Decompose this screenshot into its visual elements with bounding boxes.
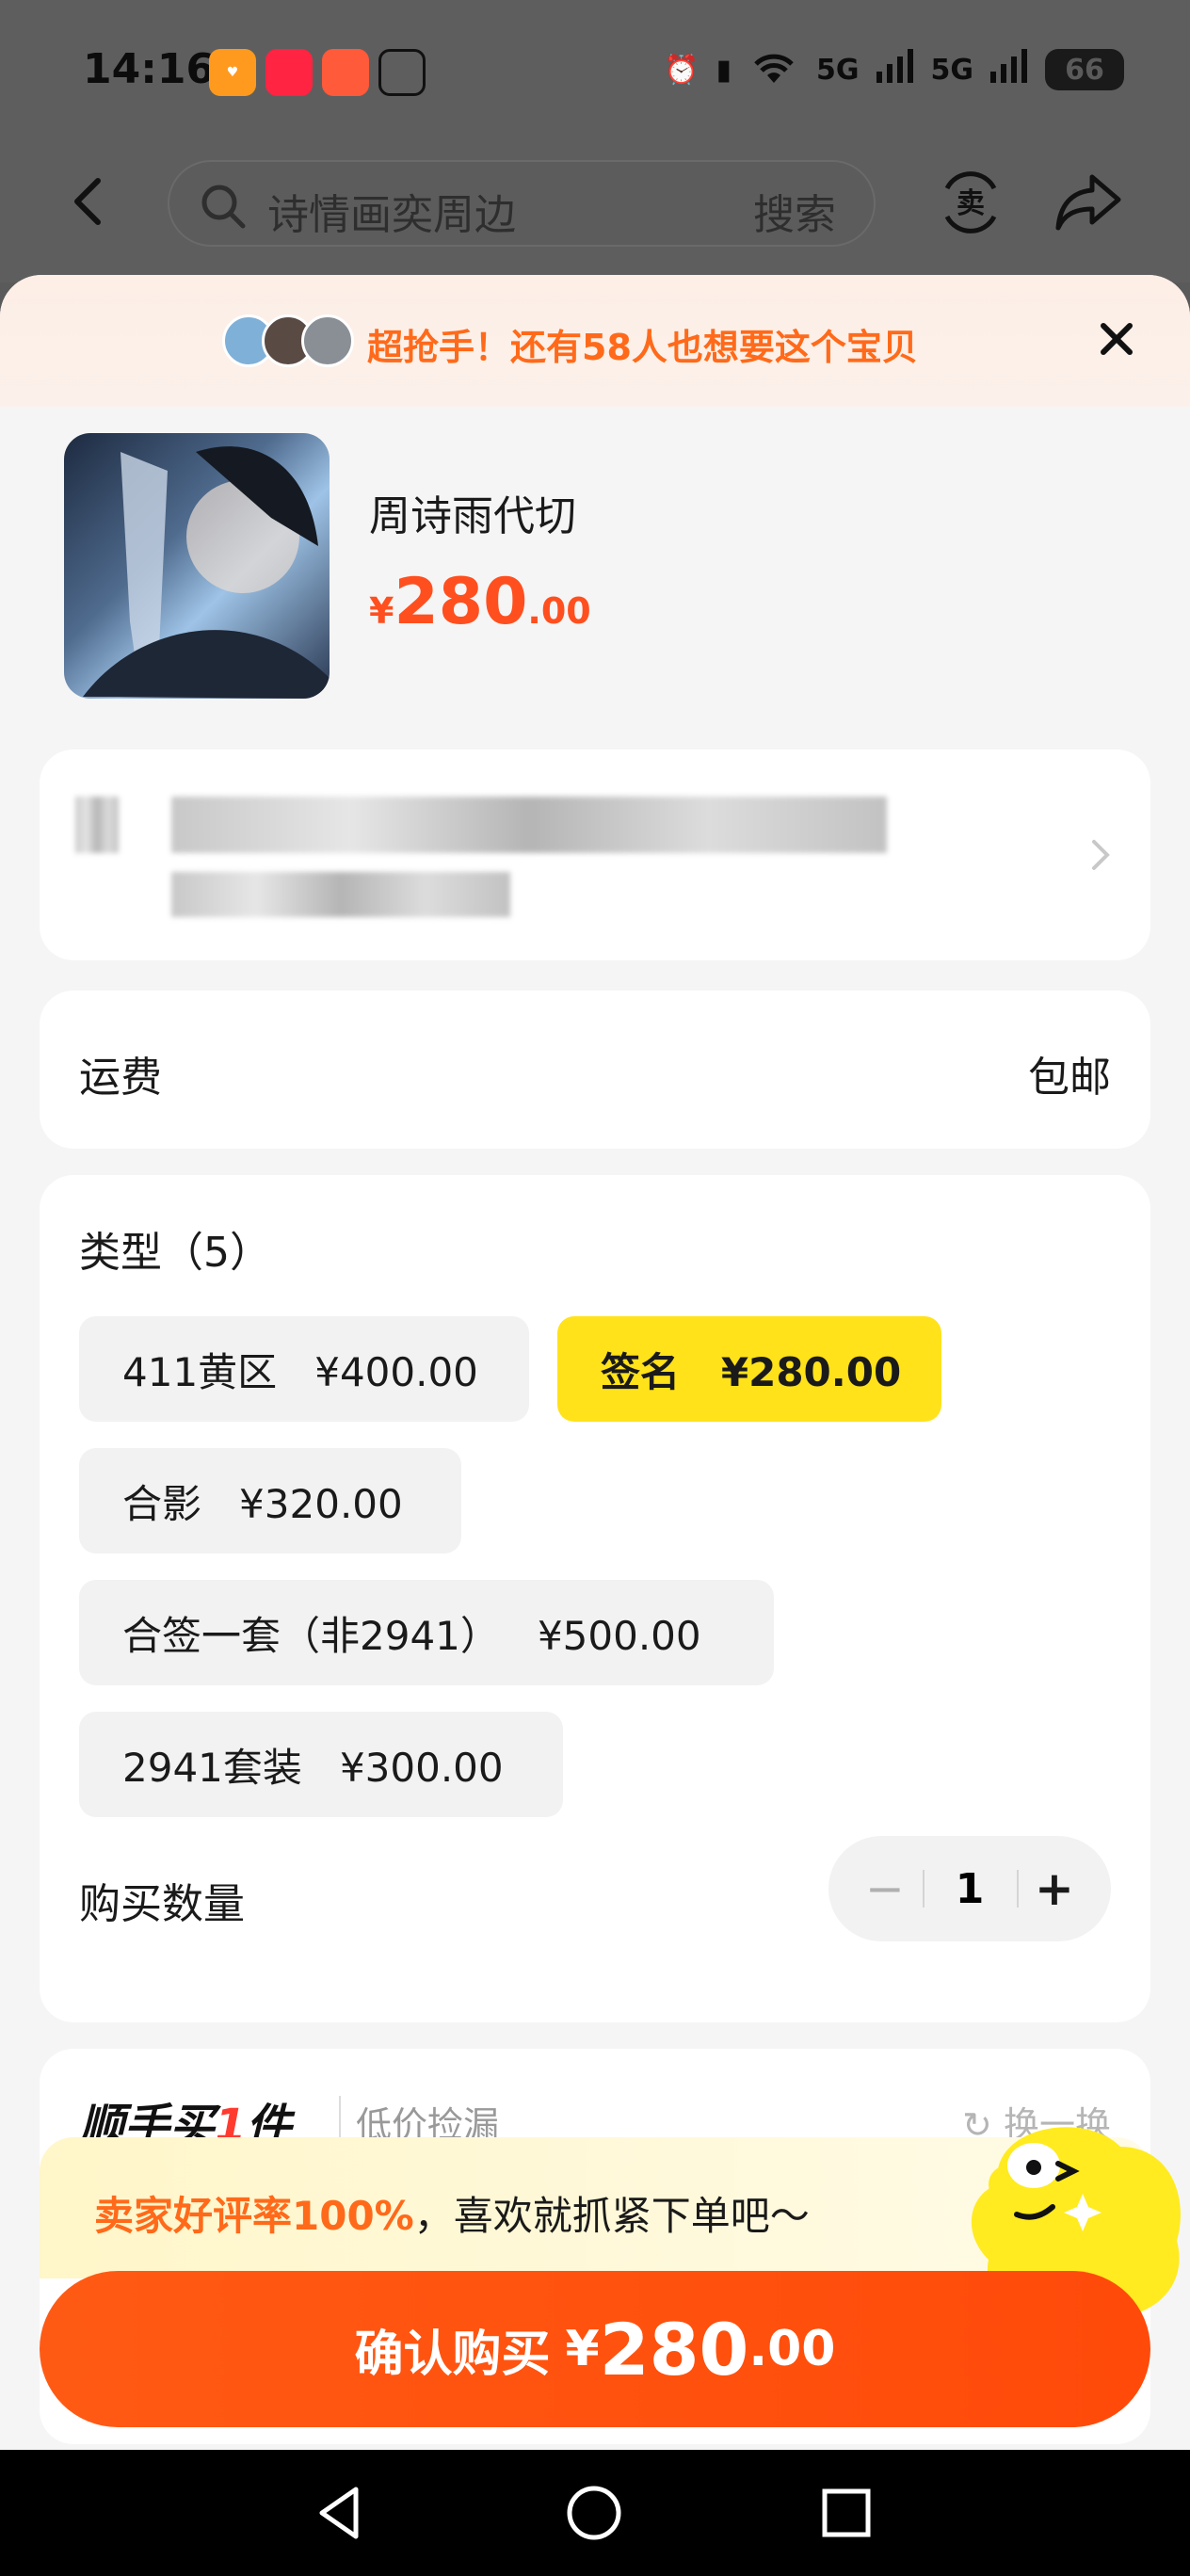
search-placeholder: 诗情画奕周边 [267, 191, 516, 239]
option-group-photo[interactable]: 合影 ¥320.00 [79, 1448, 461, 1554]
increase-button[interactable]: + [1007, 1836, 1102, 1941]
price-decimal: .00 [527, 590, 591, 632]
rating-highlight: 卖家好评率100% [94, 2193, 414, 2239]
type-title: 类型（5） [79, 1229, 271, 1277]
quantity-label: 购买数量 [79, 1880, 245, 1928]
avatar [301, 314, 354, 367]
search-input[interactable]: 诗情画奕周边 搜索 [168, 160, 876, 247]
quantity-stepper: − 1 + [828, 1836, 1111, 1941]
product-thumbnail[interactable] [64, 433, 330, 699]
type-card: 类型（5） 411黄区 ¥400.00 签名 ¥280.00 合影 ¥320.0… [40, 1175, 1150, 2022]
app-notification-icon: ♥ [209, 49, 256, 96]
blurred-address-icon [75, 797, 119, 853]
product-summary: 周诗雨代切 ¥280.00 [64, 433, 1128, 706]
system-nav-bar [0, 2450, 1190, 2576]
search-icon [198, 181, 249, 232]
option-signature-set[interactable]: 合签一套（非2941） ¥500.00 [79, 1580, 774, 1685]
confirm-price-symbol: ¥ [565, 2321, 600, 2377]
blurred-address-line [171, 797, 887, 853]
back-icon[interactable] [62, 173, 119, 230]
signal-1: 5G [816, 53, 860, 87]
product-price: ¥280.00 [369, 565, 591, 639]
confirm-label: 确认购买 [354, 2326, 551, 2383]
option-411-yellow[interactable]: 411黄区 ¥400.00 [79, 1316, 529, 1422]
address-card[interactable] [40, 749, 1150, 960]
blurred-contact-line [171, 872, 510, 917]
promo-strip: 超抢手！还有58人也想要这个宝贝 [0, 275, 1190, 407]
nav-recents-icon[interactable] [815, 2482, 877, 2544]
nav-home-icon[interactable] [563, 2482, 625, 2544]
image-notification-icon [378, 49, 426, 96]
close-icon[interactable] [1094, 316, 1139, 362]
shipping-value: 包邮 [1028, 1054, 1111, 1102]
search-button[interactable]: 搜索 [753, 181, 836, 241]
sell-icon[interactable]: 卖 [938, 169, 1004, 235]
signal-bars-icon [876, 49, 914, 90]
buyer-avatars [222, 314, 354, 367]
shipping-label: 运费 [79, 1054, 162, 1102]
battery-indicator: 66 [1045, 49, 1124, 90]
decrease-button[interactable]: − [838, 1836, 932, 1941]
rating-text: 卖家好评率100%，喜欢就抓紧下单吧～ [94, 2184, 810, 2242]
search-row: 诗情画奕周边 搜索 卖 [0, 160, 1190, 247]
signal-2: 5G [930, 53, 974, 87]
price-integer: 280 [394, 565, 528, 639]
chevron-right-icon [1086, 836, 1115, 874]
share-icon[interactable] [1054, 171, 1122, 233]
nav-back-icon[interactable] [309, 2482, 371, 2544]
rating-rest: ，喜欢就抓紧下单吧～ [413, 2193, 810, 2239]
alarm-icon: ⏰ [664, 53, 700, 87]
option-2941-set[interactable]: 2941套装 ¥300.00 [79, 1712, 563, 1817]
confirm-price-integer: 280 [599, 2307, 749, 2391]
confirm-price-decimal: .00 [748, 2321, 836, 2377]
product-name: 周诗雨代切 [369, 492, 576, 540]
wifi-icon [748, 47, 799, 92]
status-right: ⏰ ▮ 5G 5G 66 [664, 47, 1124, 92]
status-time: 14:16 [83, 45, 216, 93]
xiaohongshu-notification-icon [265, 49, 313, 96]
option-signature[interactable]: 签名 ¥280.00 [557, 1316, 941, 1422]
app-notification-icon-2 [322, 49, 369, 96]
price-symbol: ¥ [369, 590, 394, 632]
quantity-value[interactable]: 1 [923, 1836, 1017, 1941]
confirm-purchase-button[interactable]: 确认购买 ¥280.00 [40, 2271, 1150, 2427]
status-bar: 14:16 ♥ ⏰ ▮ 5G 5G 66 [0, 0, 1190, 151]
vibrate-icon: ▮ [716, 53, 732, 87]
promo-text: 超抢手！还有58人也想要这个宝贝 [367, 327, 918, 368]
signal-bars-icon-2 [990, 49, 1028, 90]
shipping-card: 运费 包邮 [40, 990, 1150, 1149]
svg-text:卖: 卖 [957, 187, 985, 220]
